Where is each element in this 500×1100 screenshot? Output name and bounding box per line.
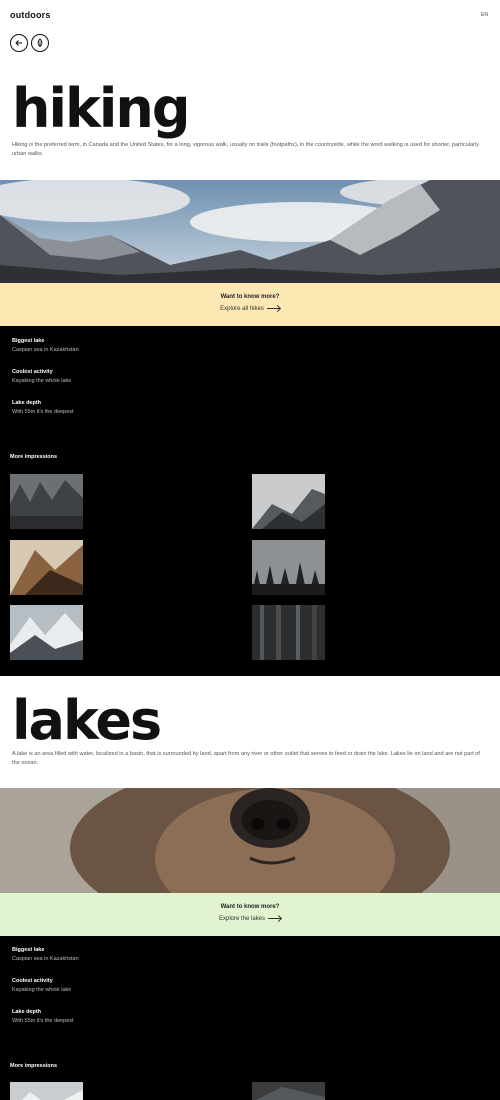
- more-impressions-heading: More impressions: [10, 1063, 58, 1069]
- language-switch[interactable]: EN: [481, 12, 488, 18]
- section-title-hiking: hiking: [12, 77, 190, 140]
- fact-item: Coolest activity Kayaking the whole lake: [12, 369, 71, 384]
- gallery-thumb[interactable]: [10, 540, 83, 595]
- fact-value: Caspian sea in Kazakhstan: [12, 347, 79, 353]
- site-header: outdoors EN: [0, 0, 500, 68]
- section-description-hiking: Hiking is the preferred term, in Canada …: [12, 142, 479, 157]
- fact-item: Biggest lake Caspian sea in Kazakhstan: [12, 947, 79, 962]
- arrow-right-icon[interactable]: [266, 307, 280, 309]
- gallery-thumb[interactable]: [252, 540, 325, 595]
- fact-item: Biggest lake Caspian sea in Kazakhstan: [12, 338, 79, 353]
- facts-panel-lakes: Biggest lake Caspian sea in Kazakhstan C…: [0, 936, 500, 1100]
- facts-panel-hiking: Biggest lake Caspian sea in Kazakhstan C…: [0, 326, 500, 676]
- fact-value: Kayaking the whole lake: [12, 987, 72, 993]
- site-logo[interactable]: outdoors: [10, 10, 51, 20]
- gallery-thumb[interactable]: [10, 1082, 83, 1100]
- fact-value: With 55m it's the deepest: [12, 409, 74, 415]
- fact-item: Lake depth With 55m it's the deepest: [12, 1009, 74, 1024]
- fact-title: Coolest activity: [12, 369, 53, 375]
- arrow-left-icon[interactable]: [10, 34, 28, 52]
- gallery-thumb[interactable]: [10, 474, 83, 529]
- cta-banner-lakes: Want to know more? Explore the lakes: [0, 893, 500, 936]
- mountains-photo: [0, 180, 500, 283]
- cta-question: Want to know more?: [220, 294, 280, 300]
- bear-photo: [0, 788, 500, 893]
- fact-item: Coolest activity Kayaking the whole lake: [12, 978, 71, 993]
- fact-title: Biggest lake: [12, 338, 45, 344]
- fact-value: With 55m it's the deepest: [12, 1018, 74, 1024]
- more-impressions-heading: More impressions: [10, 454, 58, 460]
- fact-title: Coolest activity: [12, 978, 53, 984]
- section-title-lakes: lakes: [12, 689, 162, 752]
- cta-link-hiking[interactable]: Explore all hikes: [0, 306, 500, 312]
- fact-title: Lake depth: [12, 1009, 42, 1015]
- fact-item: Lake depth With 55m it's the deepest: [12, 400, 74, 415]
- leaf-icon[interactable]: [31, 34, 49, 52]
- cta-question: Want to know more?: [220, 904, 280, 910]
- section-description-lakes: A lake is an area filled with water, loc…: [12, 751, 480, 766]
- arrow-right-icon[interactable]: [268, 917, 282, 919]
- gallery-thumb[interactable]: [10, 605, 83, 660]
- fact-value: Caspian sea in Kazakhstan: [12, 956, 79, 962]
- gallery-thumb[interactable]: [252, 474, 325, 529]
- gallery-thumb[interactable]: [252, 1082, 325, 1100]
- cta-link-label[interactable]: Explore the lakes: [219, 916, 265, 922]
- cta-banner-hiking: Want to know more? Explore all hikes: [0, 283, 500, 326]
- fact-title: Biggest lake: [12, 947, 45, 953]
- gallery-thumb[interactable]: [252, 605, 325, 660]
- fact-title: Lake depth: [12, 400, 42, 406]
- cta-link-lakes[interactable]: Explore the lakes: [0, 916, 500, 922]
- cta-link-label[interactable]: Explore all hikes: [220, 306, 264, 312]
- fact-value: Kayaking the whole lake: [12, 378, 72, 384]
